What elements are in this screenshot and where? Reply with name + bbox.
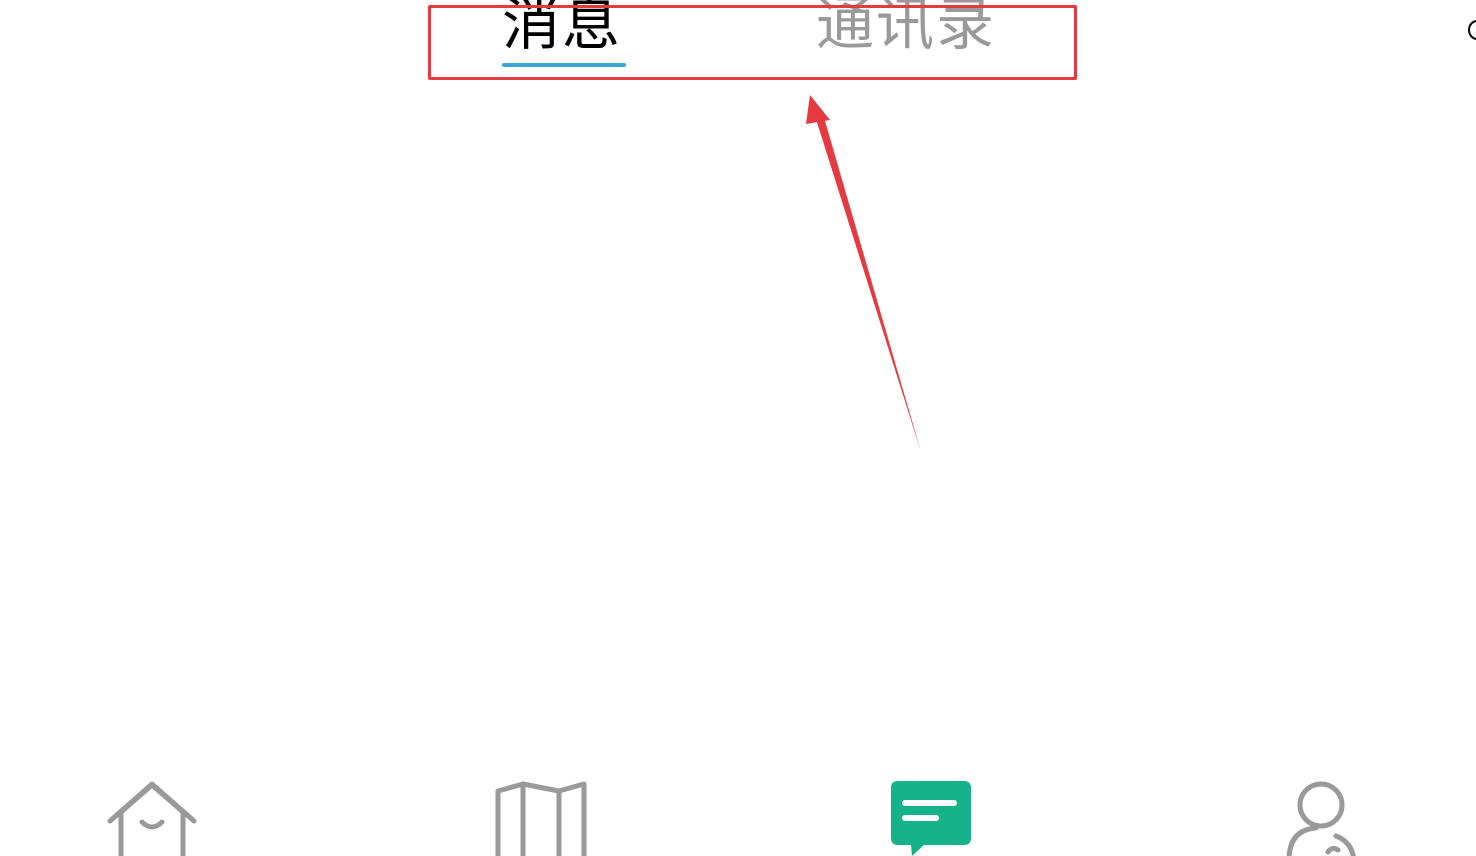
tab-contacts[interactable]: 通讯录 — [816, 0, 996, 56]
home-icon — [107, 781, 197, 856]
top-tab-bar: 消息 通讯录 — [0, 0, 1476, 80]
tab-messages[interactable]: 消息 — [502, 0, 622, 56]
nav-messages[interactable] — [876, 770, 986, 856]
active-tab-indicator — [502, 63, 626, 67]
arrow-head — [806, 95, 830, 124]
bottom-navigation — [0, 770, 1476, 856]
profile-icon — [1286, 781, 1356, 856]
annotation-arrow — [806, 95, 921, 452]
map-icon — [495, 781, 587, 856]
nav-home[interactable] — [97, 770, 207, 856]
message-icon — [891, 781, 971, 856]
nav-discover[interactable] — [486, 770, 596, 856]
arrow-shaft — [815, 114, 921, 452]
nav-profile[interactable] — [1266, 770, 1376, 856]
